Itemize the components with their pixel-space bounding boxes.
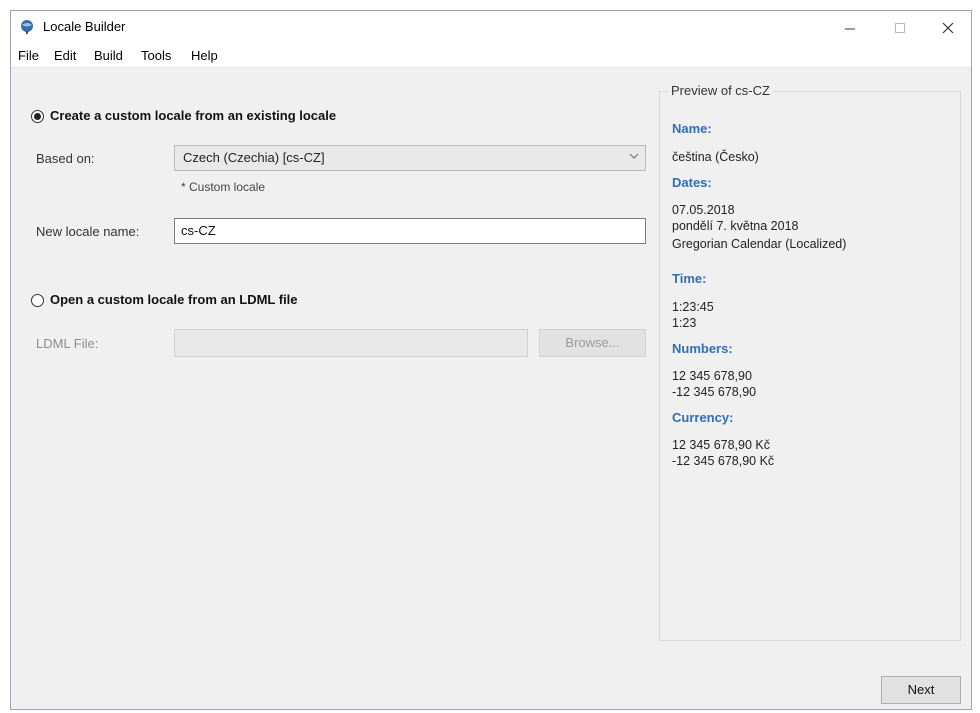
preview-number-negative: -12 345 678,90	[672, 385, 757, 399]
app-icon	[21, 20, 33, 34]
ldml-file-label: LDML File:	[36, 336, 99, 351]
preview-name-heading: Name:	[672, 121, 712, 136]
preview-name-value: čeština (Česko)	[672, 150, 759, 164]
preview-numbers-heading: Numbers:	[672, 341, 733, 356]
chevron-down-icon	[629, 153, 639, 159]
minimize-button[interactable]	[827, 11, 873, 44]
preview-time-short: 1:23	[672, 316, 697, 330]
close-button[interactable]	[925, 11, 971, 44]
browse-button[interactable]: Browse...	[539, 329, 646, 357]
based-on-value: Czech (Czechia) [cs-CZ]	[183, 150, 325, 165]
next-button[interactable]: Next	[881, 676, 961, 704]
title-bar: Locale Builder	[11, 11, 971, 44]
based-on-label: Based on:	[36, 151, 95, 166]
menu-help[interactable]: Help	[191, 48, 218, 63]
menu-file[interactable]: File	[18, 48, 39, 63]
preview-date-long: pondělí 7. května 2018	[672, 219, 799, 233]
locale-builder-window: Locale Builder File Edit Build Tools Hel…	[10, 10, 972, 710]
menu-tools[interactable]: Tools	[141, 48, 171, 63]
window-title: Locale Builder	[43, 19, 126, 34]
preview-panel: Preview of cs-CZ Name: čeština (Česko) D…	[659, 83, 961, 641]
new-locale-name-label: New locale name:	[36, 224, 140, 239]
close-icon	[942, 22, 954, 33]
new-locale-name-input[interactable]: cs-CZ	[174, 218, 646, 244]
preview-time-long: 1:23:45	[672, 300, 714, 314]
menu-edit[interactable]: Edit	[54, 48, 76, 63]
preview-currency-positive: 12 345 678,90 Kč	[672, 438, 770, 452]
maximize-button[interactable]	[877, 11, 923, 44]
ldml-option-label[interactable]: Open a custom locale from an LDML file	[50, 292, 298, 307]
preview-time-heading: Time:	[672, 271, 707, 286]
menu-build[interactable]: Build	[94, 48, 123, 63]
preview-currency-negative: -12 345 678,90 Kč	[672, 454, 775, 468]
existing-locale-option-label[interactable]: Create a custom locale from an existing …	[50, 108, 336, 123]
new-locale-name-value: cs-CZ	[181, 223, 216, 238]
existing-locale-radio[interactable]	[31, 110, 44, 123]
maximize-icon	[895, 22, 905, 33]
based-on-dropdown[interactable]: Czech (Czechia) [cs-CZ]	[174, 145, 646, 171]
preview-currency-heading: Currency:	[672, 410, 734, 425]
custom-locale-note: * Custom locale	[181, 180, 266, 194]
ldml-file-radio[interactable]	[31, 294, 44, 307]
preview-calendar: Gregorian Calendar (Localized)	[672, 237, 847, 251]
ldml-file-input[interactable]	[174, 329, 528, 357]
preview-number-positive: 12 345 678,90	[672, 369, 752, 383]
menu-bar: File Edit Build Tools Help	[11, 44, 971, 68]
preview-dates-heading: Dates:	[672, 175, 712, 190]
preview-date-short: 07.05.2018	[672, 203, 735, 217]
minimize-icon	[845, 28, 855, 29]
preview-title: Preview of cs-CZ	[668, 83, 773, 98]
